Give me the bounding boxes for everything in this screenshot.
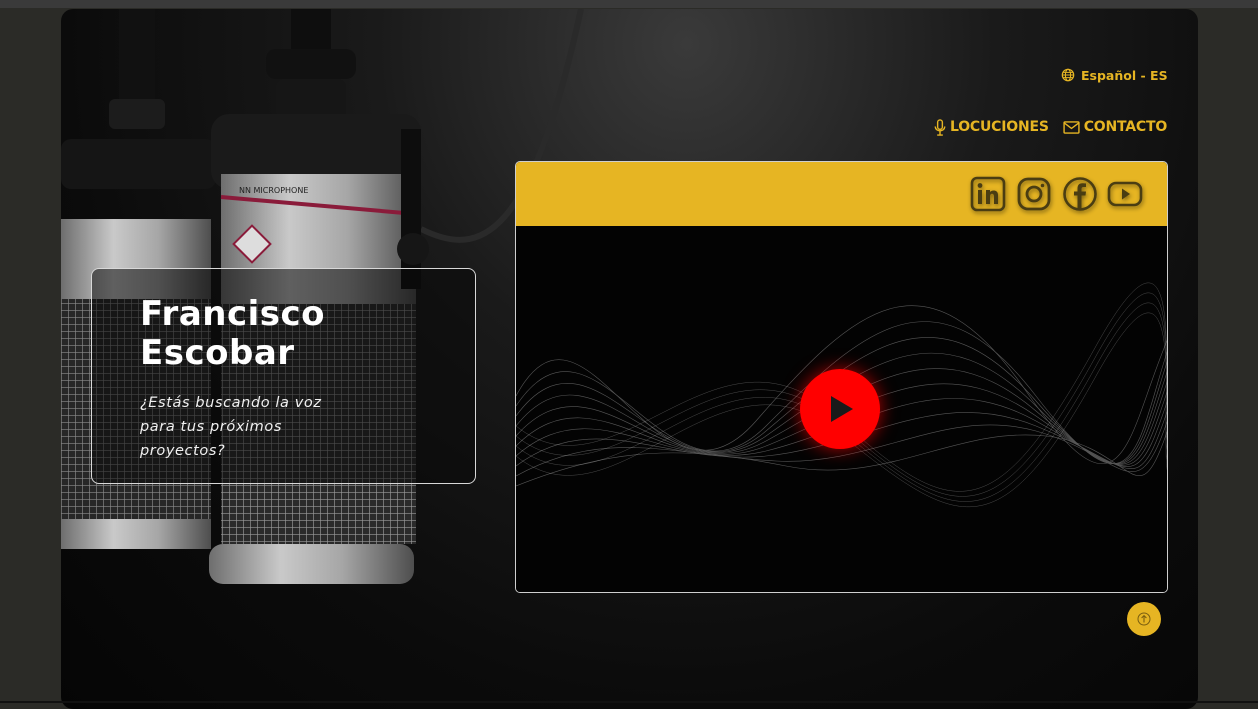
facebook-icon[interactable] [1062, 176, 1098, 212]
arrow-up-icon [1137, 612, 1151, 626]
nav-item-contacto[interactable]: CONTACTO [1063, 119, 1167, 135]
scroll-to-top-button[interactable] [1127, 602, 1161, 636]
nav-item-locuciones[interactable]: LOCUCIONES [934, 118, 1049, 136]
microphone-label: NN MICROPHONE [239, 186, 308, 195]
social-bar [516, 162, 1167, 226]
envelope-icon [1063, 120, 1080, 134]
video-card [515, 161, 1168, 593]
hero-panel: NN MICROPHONE Español - ES LOCUCIONES CO… [61, 9, 1198, 709]
linkedin-icon[interactable] [970, 176, 1006, 212]
instagram-icon[interactable] [1016, 176, 1052, 212]
hero-name: Francisco Escobar [140, 294, 326, 373]
nav-item-label: CONTACTO [1083, 119, 1168, 135]
youtube-icon[interactable] [1107, 176, 1143, 212]
window-top-strip [0, 0, 1258, 8]
microphone-icon [934, 118, 946, 136]
hero-tagline: ¿Estás buscando la voz para tus próximos… [140, 395, 322, 459]
hero-card: Francisco Escobar ¿Estás buscando la voz… [91, 268, 476, 484]
main-nav: LOCUCIONES CONTACTO [934, 116, 1167, 138]
video-player[interactable] [516, 226, 1167, 592]
language-label: Español - ES [1081, 67, 1168, 83]
play-icon [831, 396, 853, 422]
play-button[interactable] [800, 369, 880, 449]
language-selector[interactable]: Español - ES [1061, 66, 1168, 84]
globe-icon [1061, 68, 1075, 82]
nav-item-label: LOCUCIONES [950, 119, 1049, 135]
